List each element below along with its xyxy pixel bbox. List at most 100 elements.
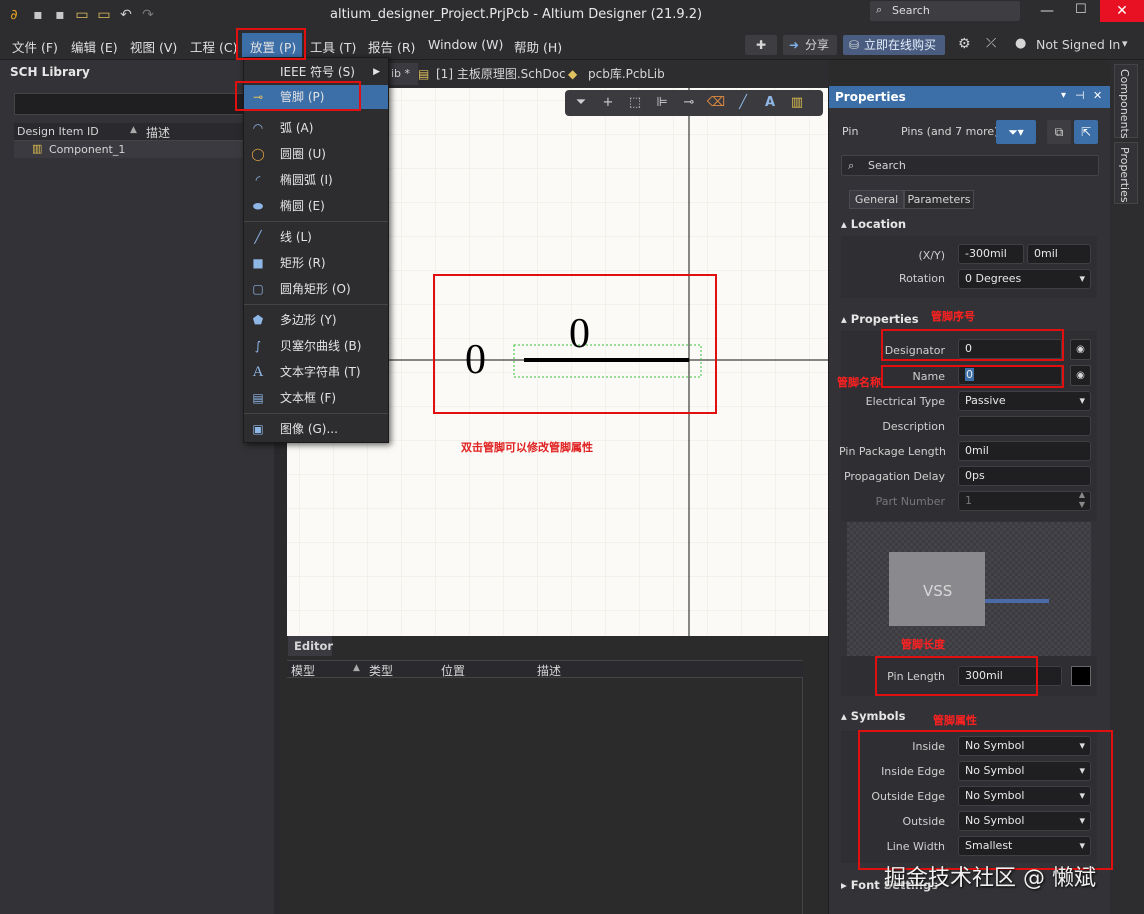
- description-input[interactable]: [958, 416, 1091, 436]
- designator-visibility-toggle[interactable]: ◉: [1070, 339, 1091, 360]
- sort-up-icon: ▲: [353, 663, 360, 673]
- place-text-icon[interactable]: A: [759, 93, 781, 113]
- preview-checker: [847, 522, 1091, 656]
- menu-item-image[interactable]: ▣ 图像 (G)...: [244, 417, 388, 441]
- y-input[interactable]: 0mil: [1027, 244, 1091, 264]
- buy-online-button[interactable]: ⛁ 立即在线购买: [843, 35, 945, 55]
- select-mask-button[interactable]: ⧉: [1047, 120, 1071, 144]
- menu-item-text-frame[interactable]: ▤ 文本框 (F): [244, 386, 388, 410]
- propagation-delay-label: Propagation Delay: [843, 470, 945, 483]
- column-description[interactable]: 描述: [146, 124, 170, 141]
- pointer-button[interactable]: ⇱: [1074, 120, 1098, 144]
- column-type[interactable]: 类型: [369, 662, 393, 679]
- menu-item-line[interactable]: ╱ 线 (L): [244, 225, 388, 249]
- section-symbols[interactable]: ▴ Symbols: [841, 709, 905, 723]
- menu-file[interactable]: 文件 (F): [12, 37, 58, 56]
- part-number-input[interactable]: 1 ▲ ▼: [958, 490, 1091, 511]
- x-input[interactable]: -300mil: [958, 244, 1024, 264]
- crosshair-icon[interactable]: +: [597, 93, 619, 113]
- maximize-icon[interactable]: ☐: [1075, 2, 1087, 17]
- align-icon[interactable]: ⊫: [651, 93, 673, 113]
- save-icon[interactable]: ▪: [30, 7, 46, 23]
- name-visibility-toggle[interactable]: ◉: [1070, 365, 1091, 386]
- share-button[interactable]: ➜ 分享: [783, 35, 837, 55]
- menu-project[interactable]: 工程 (C): [190, 37, 237, 56]
- tab-pcblib[interactable]: ◆ pcb库.PcbLib: [568, 63, 678, 85]
- chevron-down-icon[interactable]: ▾: [1122, 37, 1128, 50]
- selection-filter-button[interactable]: ⏷▾: [996, 120, 1036, 144]
- erase-icon[interactable]: ⌫: [705, 93, 727, 113]
- save-all-icon[interactable]: ▪: [52, 7, 68, 23]
- text-frame-icon: ▤: [252, 391, 264, 405]
- rotation-select[interactable]: 0 Degrees: [958, 269, 1091, 289]
- place-pin-icon[interactable]: ⊸: [678, 93, 700, 113]
- global-search[interactable]: ⌕ Search: [870, 1, 1020, 21]
- place-component-icon[interactable]: ▥: [786, 93, 808, 113]
- place-line-icon[interactable]: ╱: [732, 93, 754, 113]
- menu-bar: 文件 (F) 编辑 (E) 视图 (V) 工程 (C) 放置 (P) 工具 (T…: [0, 30, 1144, 60]
- select-rectangle-icon[interactable]: ⬚: [624, 93, 646, 113]
- menu-item-rectangle[interactable]: ■ 矩形 (R): [244, 251, 388, 275]
- pin-package-length-input[interactable]: 0mil: [958, 441, 1091, 461]
- tab-parameters[interactable]: Parameters: [904, 190, 974, 209]
- redo-icon[interactable]: ↷: [140, 7, 156, 23]
- tab-schlib-label: ib *: [391, 67, 411, 80]
- pin-color-swatch[interactable]: [1071, 666, 1091, 686]
- open-folder-icon[interactable]: ▭: [74, 7, 90, 23]
- close-panel-icon[interactable]: ✕: [1093, 89, 1102, 102]
- column-design-item-id[interactable]: Design Item ID: [17, 125, 99, 138]
- pin-length-annotation: 管脚长度: [901, 638, 945, 651]
- menu-reports[interactable]: 报告 (R): [368, 37, 415, 56]
- pin-panel-icon[interactable]: ⊣: [1075, 89, 1085, 102]
- user-account[interactable]: Not Signed In: [1036, 37, 1120, 52]
- column-desc[interactable]: 描述: [537, 662, 561, 679]
- menu-item-text-string[interactable]: A 文本字符串 (T): [244, 360, 388, 384]
- minimize-icon[interactable]: —: [1040, 3, 1054, 19]
- menu-item-polygon[interactable]: ⬟ 多边形 (Y): [244, 308, 388, 332]
- tab-general[interactable]: General: [849, 190, 904, 209]
- menu-separator: [244, 221, 388, 222]
- spinner-icon[interactable]: ▲ ▼: [1079, 490, 1085, 510]
- tab-schlib[interactable]: ib *: [388, 63, 418, 85]
- menu-help[interactable]: 帮助 (H): [514, 37, 562, 56]
- editor-panel: Editor 模型 ▲ 类型 位置 描述: [287, 636, 828, 914]
- feedback-button[interactable]: ✚: [745, 35, 777, 55]
- side-tab-components-label: Components: [1118, 69, 1131, 139]
- menu-edit[interactable]: 编辑 (E): [71, 37, 118, 56]
- filter-icon: ⏷▾: [1008, 125, 1024, 139]
- column-location[interactable]: 位置: [441, 662, 465, 679]
- close-icon[interactable]: ✕: [1100, 0, 1144, 22]
- menu-item-bezier[interactable]: ∫ 贝塞尔曲线 (B): [244, 334, 388, 358]
- tab-schdoc[interactable]: ▤ [1] 主板原理图.SchDoc: [416, 63, 566, 85]
- editor-table-body: [287, 678, 803, 914]
- pin-toggle-icon[interactable]: ⤫: [986, 36, 996, 51]
- side-tab-components[interactable]: Components: [1114, 64, 1138, 139]
- menu-item-full-circle[interactable]: ◯ 圆圈 (U): [244, 142, 388, 166]
- side-tab-properties[interactable]: Properties: [1114, 142, 1138, 204]
- menu-item-label: 多边形 (Y): [280, 313, 337, 327]
- properties-search-input[interactable]: ⌕ Search: [841, 155, 1099, 176]
- editor-tab[interactable]: Editor: [288, 636, 333, 656]
- menu-item-arc[interactable]: ◠ 弧 (A): [244, 116, 388, 140]
- menu-window[interactable]: Window (W): [428, 37, 503, 52]
- gear-icon[interactable]: ⚙: [958, 36, 971, 52]
- panel-title: SCH Library: [10, 65, 90, 79]
- table-row[interactable]: ▥ Component_1: [14, 141, 274, 158]
- section-location[interactable]: ▴ Location: [841, 217, 906, 231]
- open-project-icon[interactable]: ▭: [96, 7, 112, 23]
- menu-item-round-rectangle[interactable]: ▢ 圆角矩形 (O): [244, 277, 388, 301]
- section-properties[interactable]: ▴ Properties: [841, 312, 919, 326]
- propagation-delay-input[interactable]: 0ps: [958, 466, 1091, 486]
- location-title: Location: [850, 217, 907, 231]
- undo-icon[interactable]: ↶: [118, 7, 134, 23]
- menu-view[interactable]: 视图 (V): [130, 37, 177, 56]
- column-model[interactable]: 模型: [291, 662, 315, 679]
- menu-item-elliptical-arc[interactable]: ◜ 椭圆弧 (I): [244, 168, 388, 192]
- highlight-pin-item: [235, 81, 361, 111]
- menu-item-ellipse[interactable]: ⬬ 椭圆 (E): [244, 194, 388, 218]
- menu-tools[interactable]: 工具 (T): [310, 37, 356, 56]
- panel-menu-icon[interactable]: ▾: [1061, 90, 1066, 101]
- electrical-type-select[interactable]: Passive: [958, 391, 1091, 411]
- filter-icon[interactable]: ⏷: [570, 93, 592, 113]
- menu-item-label: 贝塞尔曲线 (B): [280, 339, 362, 353]
